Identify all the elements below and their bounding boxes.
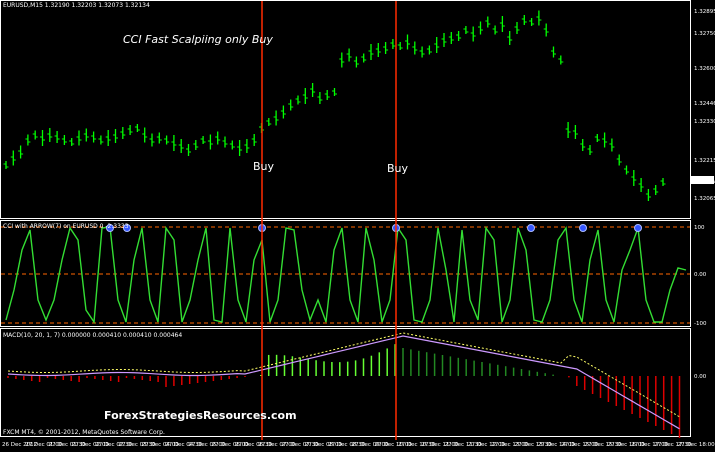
price-bars	[3, 10, 666, 201]
cci-header: CCI with ARROW(7) on EURUSD 0 -2.3333	[3, 223, 129, 230]
cci-tick-label: 100	[694, 225, 705, 231]
price-tick-label: 1.32446	[694, 101, 715, 107]
cci-arrow-marker	[527, 224, 535, 232]
price-tick-label: 1.32750	[694, 31, 715, 37]
chart-window[interactable]: 1.32895 1.32750 1.32600 1.32446 1.32330 1.322…	[0, 0, 715, 448]
macd-signal-line	[7, 332, 680, 418]
copyright: FXCM MT4, © 2001-2012, MetaQuotes Softwa…	[3, 429, 165, 436]
price-panel-frame	[0, 0, 691, 219]
mt4-chart[interactable]: 1.32895 1.32750 1.32600 1.32446 1.32330 1.322…	[0, 0, 715, 448]
symbol-header: EURUSD,M15 1.32190 1.32203 1.32073 1.321…	[3, 2, 150, 9]
price-tick-label: 1.32600	[694, 66, 715, 72]
cci-arrow-marker	[579, 224, 587, 232]
cci-level-lines	[1, 226, 690, 324]
price-tick-label: 1.32215	[694, 158, 715, 164]
buy-label-2: Buy	[387, 162, 409, 175]
price-tick-label: 1.32330	[694, 119, 715, 125]
price-tick-label: 1.32895	[694, 9, 715, 15]
watermark: ForexStrategiesResources.com	[104, 409, 297, 422]
macd-tick-label: 0.00	[694, 374, 707, 380]
chart-title: CCI Fast Scalpiing only Buy	[123, 33, 273, 46]
macd-header: MACD(10, 20, 1, 7) 0.000000 0.000410 0.0…	[3, 332, 182, 339]
current-price-marker	[691, 176, 714, 184]
time-tick-label: 27 Dec 18:00	[678, 442, 715, 448]
cci-indicator	[5, 224, 687, 325]
cci-tick-label: 0.00	[694, 272, 707, 278]
time-axis: 26 Dec 201227 Dec 01:0027 Dec 01:3027 De…	[2, 442, 715, 448]
cci-axis: 100 0.00 -100	[694, 225, 707, 327]
buy-label-1: Buy	[253, 160, 275, 173]
cci-tick-label: -100	[694, 321, 707, 327]
cci-arrow-marker	[634, 224, 642, 232]
macd-axis: 0.00	[694, 374, 707, 380]
price-axis: 1.32895 1.32750 1.32600 1.32446 1.32330 1.322…	[691, 9, 715, 202]
price-tick-label: 1.32065	[694, 196, 715, 202]
